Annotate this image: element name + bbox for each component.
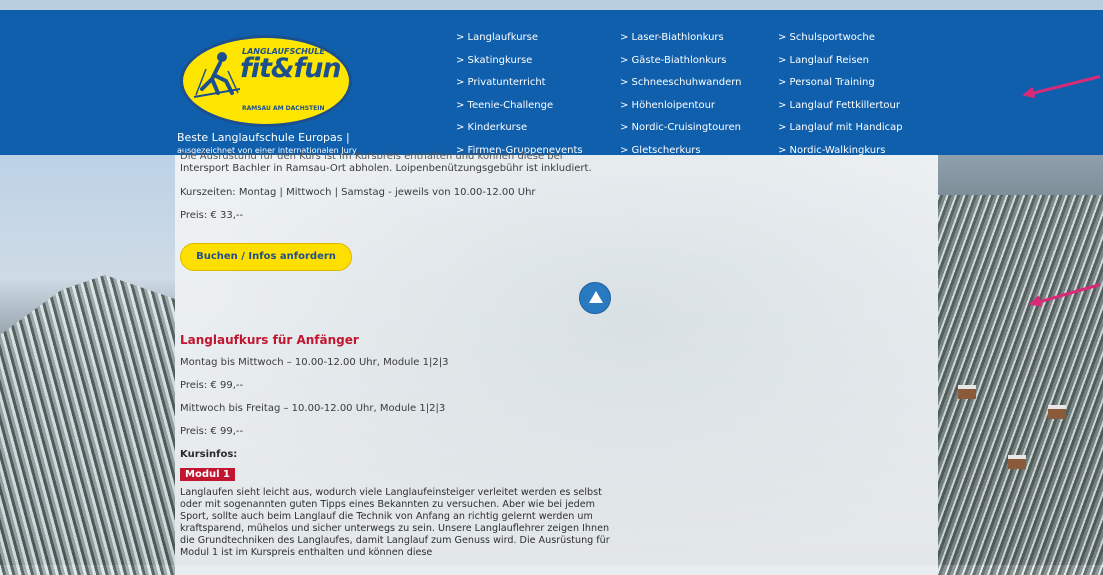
nav-link-hoehenloipentour[interactable]: > Höhenloipentour xyxy=(620,95,742,118)
equipment-text: Intersport Bachler in Ramsau-Ort abholen… xyxy=(180,163,592,174)
left-winter-photo xyxy=(0,155,175,575)
nav-column-3: > Schulsportwoche > Langlauf Reisen > Pe… xyxy=(778,27,903,162)
nav-link-langlauf-fettkillertour[interactable]: > Langlauf Fettkillertour xyxy=(778,95,903,118)
nav-link-schulsportwoche[interactable]: > Schulsportwoche xyxy=(778,27,903,50)
course-times-text: Kurszeiten: Montag | Mittwoch | Samstag … xyxy=(180,187,536,198)
nav-link-schneeschuhwandern[interactable]: > Schneeschuhwandern xyxy=(620,72,742,95)
right-winter-photo xyxy=(938,155,1103,575)
schedule-slot-1: Montag bis Mittwoch – 10.00-12.00 Uhr, M… xyxy=(180,357,449,368)
cut-off-text-line: Die Ausrüstung für den Kurs ist im Kursp… xyxy=(180,151,563,159)
book-info-button[interactable]: Buchen / Infos anfordern xyxy=(180,243,352,271)
nav-link-nordic-walkingkurs[interactable]: > Nordic-Walkingkurs xyxy=(778,140,903,163)
nav-link-skatingkurse[interactable]: > Skatingkurse xyxy=(456,50,583,73)
skier-icon xyxy=(193,52,241,98)
nav-link-personal-training[interactable]: > Personal Training xyxy=(778,72,903,95)
house-decoration xyxy=(1008,455,1026,469)
module-badge: Modul 1 xyxy=(180,468,235,481)
price-slot-1: Preis: € 99,-- xyxy=(180,380,244,391)
nav-link-langlauf-mit-handicap[interactable]: > Langlauf mit Handicap xyxy=(778,117,903,140)
nav-link-langlauf-reisen[interactable]: > Langlauf Reisen xyxy=(778,50,903,73)
logo-location-text: RAMSAU AM DACHSTEIN xyxy=(242,105,325,112)
nav-link-gaeste-biathlonkurs[interactable]: > Gäste-Biathlonkurs xyxy=(620,50,742,73)
left-mountain-forest xyxy=(0,275,175,575)
nav-column-2: > Laser-Biathlonkurs > Gäste-Biathlonkur… xyxy=(620,27,742,162)
logo[interactable]: LANGLAUFSCHULE fit&fun RAMSAU AM DACHSTE… xyxy=(180,35,352,127)
tagline: Beste Langlaufschule Europas | xyxy=(177,131,350,144)
schedule-slot-2: Mittwoch bis Freitag – 10.00-12.00 Uhr, … xyxy=(180,403,446,414)
logo-brand-text: fit&fun xyxy=(240,53,342,84)
site-header: LANGLAUFSCHULE fit&fun RAMSAU AM DACHSTE… xyxy=(0,10,1103,156)
price-slot-2: Preis: € 99,-- xyxy=(180,426,244,437)
nav-link-privatunterricht[interactable]: > Privatunterricht xyxy=(456,72,583,95)
nav-link-laser-biathlonkurs[interactable]: > Laser-Biathlonkurs xyxy=(620,27,742,50)
house-decoration xyxy=(1048,405,1066,419)
nav-column-1: > Langlaufkurse > Skatingkurse > Privatu… xyxy=(456,27,583,162)
nav-link-gletscherkurs[interactable]: > Gletscherkurs xyxy=(620,140,742,163)
course-description-paragraph: Langlaufen sieht leicht aus, wodurch vie… xyxy=(180,487,610,558)
house-decoration xyxy=(958,385,976,399)
nav-link-teenie-challenge[interactable]: > Teenie-Challenge xyxy=(456,95,583,118)
price-text: Preis: € 33,-- xyxy=(180,210,244,221)
scroll-to-top-button[interactable] xyxy=(579,282,611,314)
nav-link-nordic-cruisingtouren[interactable]: > Nordic-Cruisingtouren xyxy=(620,117,742,140)
kursinfos-heading: Kursinfos: xyxy=(180,449,238,460)
nav-link-kinderkurse[interactable]: > Kinderkurse xyxy=(456,117,583,140)
course-title: Langlaufkurs für Anfänger xyxy=(180,333,359,347)
nav-link-langlaufkurse[interactable]: > Langlaufkurse xyxy=(456,27,583,50)
